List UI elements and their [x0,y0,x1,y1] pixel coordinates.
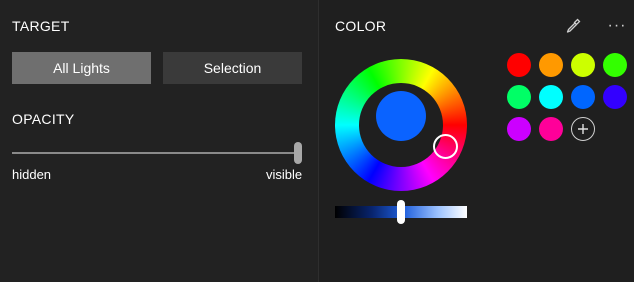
color-swatch[interactable] [571,53,595,77]
more-icon[interactable]: ··· [606,15,628,37]
color-swatch[interactable] [603,85,627,109]
color-swatch[interactable] [571,85,595,109]
opacity-max-label: visible [266,167,303,182]
color-swatch[interactable] [539,53,563,77]
selected-color-preview [376,91,426,141]
color-swatch[interactable] [507,85,531,109]
color-swatch[interactable] [603,53,627,77]
color-title: COLOR [335,18,387,34]
left-panel: TARGET All Lights Selection OPACITY hidd… [0,0,318,282]
color-swatch[interactable] [539,85,563,109]
color-swatch[interactable] [507,117,531,141]
opacity-slider-thumb[interactable] [294,142,302,164]
opacity-slider-track[interactable] [12,152,301,154]
brightness-slider-thumb[interactable] [397,200,405,224]
light-properties-panel: TARGET All Lights Selection OPACITY hidd… [0,0,634,282]
plus-icon [578,124,588,134]
target-title: TARGET [12,18,70,34]
color-swatch[interactable] [539,117,563,141]
eyedropper-icon[interactable] [562,15,584,37]
color-swatch[interactable] [507,53,531,77]
all-lights-button[interactable]: All Lights [12,52,151,84]
add-color-button[interactable] [571,117,595,141]
opacity-title: OPACITY [12,111,75,127]
color-wheel-handle[interactable] [433,134,458,159]
selection-button[interactable]: Selection [163,52,302,84]
opacity-min-label: hidden [12,167,52,182]
